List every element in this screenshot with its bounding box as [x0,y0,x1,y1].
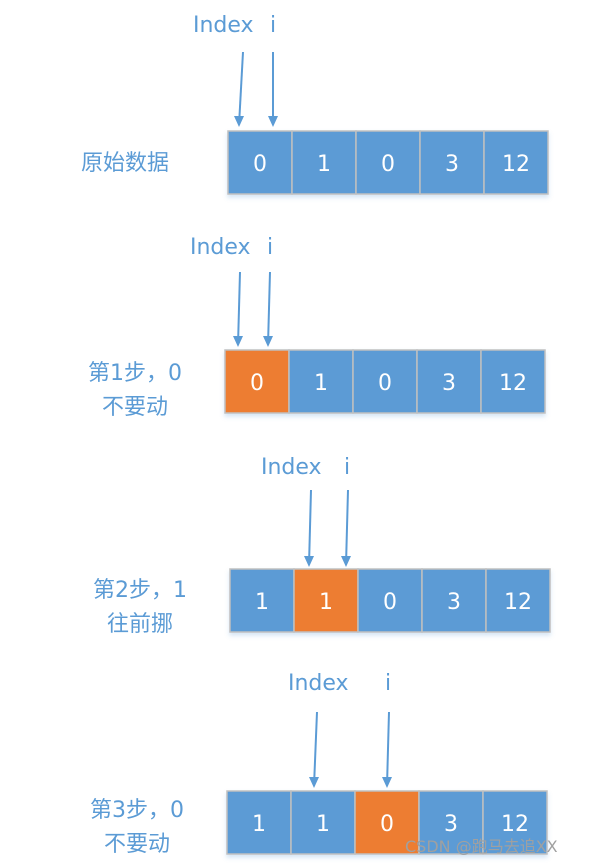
i-pointer-label: i [385,671,391,696]
i-arrow [345,489,349,566]
arrow-head-icon [341,556,351,567]
cell-value: 12 [502,152,530,177]
array-steps-diagram: 0 1 0 3 12Index i原始数据0 1 0 3 12Index i第1步，0不要动1 1 0 3… [81,13,558,857]
arrow-head-icon [234,116,244,127]
i-pointer-label: i [267,235,273,260]
index-pointer-label: Index [261,455,322,480]
index-arrow [237,271,241,346]
i-pointer-label: i [270,13,276,38]
step-caption: 不要动 [102,395,168,420]
cell-value: 0 [250,371,264,396]
step-caption: 第2步，1 [93,578,187,603]
i-arrow [267,271,271,346]
index-pointer-label: Index [190,235,251,260]
cell-value: 1 [319,590,333,615]
cell-value: 12 [499,371,527,396]
index-arrow [308,489,312,566]
step-caption: 第1步，0 [88,361,182,386]
index-pointer-label: Index [288,671,349,696]
i-pointer-label: i [344,455,350,480]
cell-value: 1 [317,152,331,177]
cell-value: 0 [381,152,395,177]
arrow-head-icon [304,556,314,567]
cell-value: 0 [380,812,394,837]
cell-value: 1 [252,812,266,837]
step-caption: 不要动 [104,832,170,857]
cell-value: 3 [447,590,461,615]
arrow-head-icon [268,116,278,127]
i-arrow [386,711,390,787]
cell-value: 0 [383,590,397,615]
step-caption: 原始数据 [81,151,169,176]
cell-value: 1 [255,590,269,615]
cell-value: 1 [314,371,328,396]
index-arrow [313,711,318,787]
step-row: 1 1 0 3 12 Index i 第3步，0 不要动 [90,671,548,857]
cell-value: 3 [445,152,459,177]
cell-value: 0 [378,371,392,396]
cell-value: 1 [316,812,330,837]
step-row: 0 1 0 3 12 Index i 第1步，0 不要动 [88,235,546,420]
cell-value: 0 [253,152,267,177]
step-row: 1 1 0 3 12 Index i 第2步，1 往前挪 [93,455,551,637]
step-row: 0 1 0 3 12 Index i 原始数据 [81,13,549,195]
arrow-head-icon [309,777,319,788]
cell-value: 3 [442,371,456,396]
arrow-head-icon [233,336,243,347]
index-arrow [238,51,244,126]
arrow-head-icon [263,336,273,347]
cell-value: 12 [504,590,532,615]
index-pointer-label: Index [193,13,254,38]
cell-value: 12 [501,812,529,837]
arrow-head-icon [382,777,392,788]
step-caption: 往前挪 [107,612,173,637]
cell-value: 3 [444,812,458,837]
watermark: CSDN @跑马去追XX [405,837,558,856]
step-caption: 第3步，0 [90,798,184,823]
